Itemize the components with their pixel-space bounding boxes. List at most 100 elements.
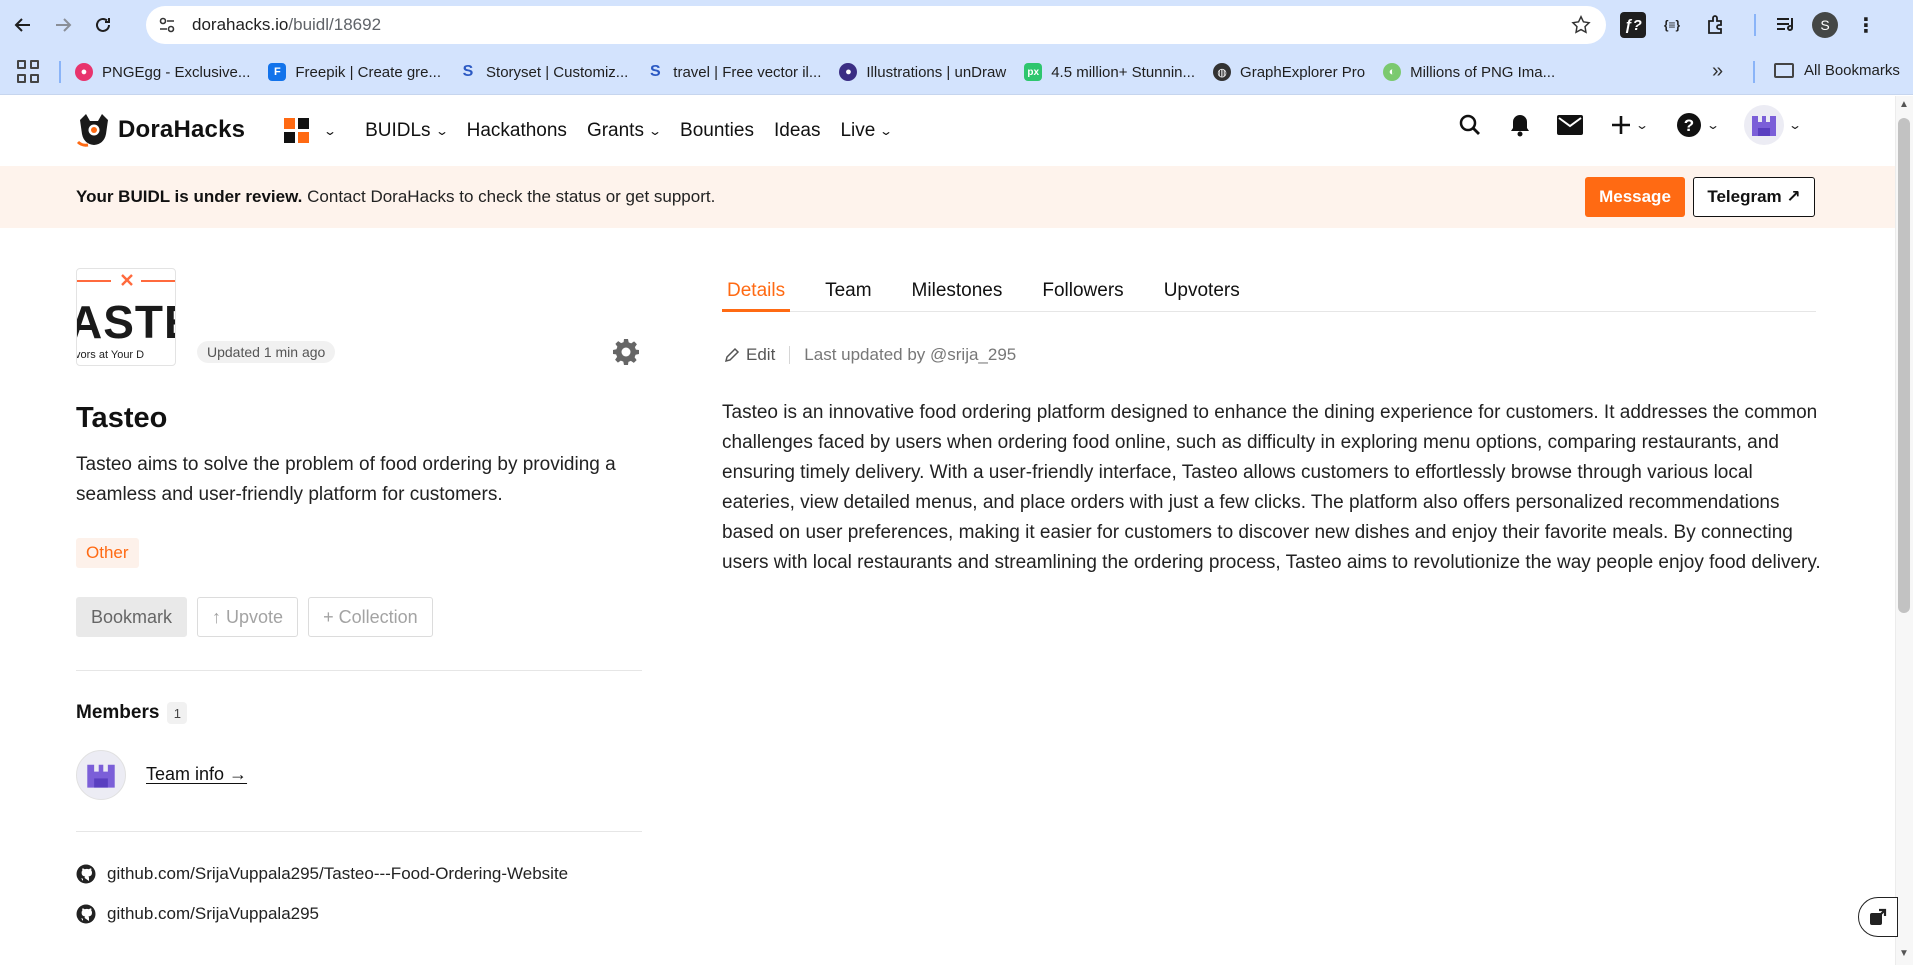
chevron-down-icon: ⌄ [322, 123, 338, 138]
bookmark-button[interactable]: Bookmark [76, 597, 188, 637]
extension-json-icon[interactable]: {≡} [1654, 8, 1690, 42]
globe-icon: ◍ [1213, 63, 1232, 81]
profile-avatar[interactable]: S [1812, 12, 1838, 38]
github-link-text: github.com/SrijaVuppala295/Tasteo---Food… [107, 864, 569, 883]
scroll-down-arrow-icon[interactable]: ▼ [1899, 948, 1909, 959]
member-avatar[interactable] [76, 750, 126, 800]
nav-grants[interactable]: Grants ⌄ [587, 120, 662, 142]
scroll-up-arrow-icon[interactable]: ▲ [1899, 99, 1909, 110]
address-bar[interactable]: dorahacks.io/buidl/18692 [146, 6, 1606, 44]
tab-milestones[interactable]: Milestones [907, 272, 1008, 312]
plus-icon [1611, 116, 1630, 134]
github-icon [76, 904, 96, 924]
share-button[interactable] [1858, 897, 1898, 937]
header-actions: ⌄ ? ⌄ ⌄ [1455, 105, 1823, 145]
buidl-summary: Tasteo aims to solve the problem of food… [76, 454, 616, 505]
buidl-logo: ASTE vors at Your D [76, 268, 176, 366]
back-arrow-icon [14, 18, 30, 32]
separator [789, 346, 791, 364]
last-updated-text: Last updated by @srija_295 [804, 345, 1017, 364]
reload-button[interactable] [86, 8, 120, 42]
search-icon[interactable] [1455, 110, 1485, 140]
folder-icon [1774, 63, 1794, 78]
bookmark-item[interactable]: ◍ GraphExplorer Pro [1213, 63, 1365, 81]
reload-icon [96, 17, 110, 32]
bookmarks-bar: ● PNGEgg - Exclusive... F Freepik | Create… [0, 50, 1913, 95]
site-info-icon[interactable] [152, 10, 182, 40]
logo-tagline: vors at Your D [76, 349, 145, 361]
storyset-icon: S [649, 63, 661, 80]
products-menu[interactable]: ⌄ [284, 118, 338, 143]
nav-live[interactable]: Live ⌄ [840, 120, 894, 142]
dorahacks-logo[interactable]: DoraHacks [76, 112, 245, 148]
settings-gear-icon[interactable] [612, 338, 640, 366]
tab-upvoters[interactable]: Upvoters [1159, 272, 1245, 312]
nav-hackathons[interactable]: Hackathons [467, 120, 567, 142]
category-tag[interactable]: Other [76, 538, 139, 568]
bookmark-item[interactable]: S Storyset | Customiz... [459, 63, 629, 81]
share-icon [1870, 908, 1887, 925]
mail-icon[interactable] [1555, 110, 1585, 140]
main-nav: ⌄ BUIDLs ⌄ Hackathons Grants ⌄ Bounties Id… [284, 118, 911, 143]
extensions-area: ƒ? {≡} S ⋮ [1620, 8, 1892, 42]
tab-details[interactable]: Details [722, 272, 791, 312]
nav-bounties[interactable]: Bounties [680, 120, 754, 142]
upvote-button[interactable]: ↑ Upvote [197, 597, 299, 637]
chevron-down-icon: ⌄ [1634, 118, 1650, 132]
undraw-icon: ● [839, 63, 858, 81]
bookmarks-separator [59, 61, 61, 83]
tab-team[interactable]: Team [820, 272, 876, 312]
reading-list-icon[interactable] [1768, 8, 1804, 42]
members-heading: Members 1 [76, 702, 188, 724]
divider [76, 670, 642, 671]
nav-ideas[interactable]: Ideas [774, 120, 820, 142]
bookmark-item[interactable]: ◐ Millions of PNG Ima... [1383, 63, 1555, 81]
github-link[interactable]: github.com/SrijaVuppala295/Tasteo---Food… [76, 864, 568, 884]
extensions-puzzle-icon[interactable] [1698, 8, 1734, 42]
bookmark-item[interactable]: ● Illustrations | unDraw [839, 63, 1006, 81]
notification-bell-icon[interactable] [1505, 110, 1535, 140]
edit-row: Edit Last updated by @srija_295 [724, 345, 1016, 365]
telegram-button[interactable]: Telegram ↗ [1693, 177, 1815, 217]
user-menu[interactable]: ⌄ [1741, 105, 1803, 145]
toolbar-separator [1754, 14, 1756, 36]
bookmark-item[interactable]: ● PNGEgg - Exclusive... [75, 63, 250, 81]
extension-formula-icon[interactable]: ƒ? [1620, 12, 1646, 38]
site-header: DoraHacks ⌄ BUIDLs ⌄ Hackathons Grants ⌄ B… [0, 96, 1895, 166]
edit-button[interactable]: Edit [724, 345, 775, 365]
github-link[interactable]: github.com/SrijaVuppala295 [76, 904, 319, 924]
user-avatar [1743, 105, 1784, 145]
help-icon: ? [1676, 113, 1701, 137]
forward-button[interactable] [46, 8, 80, 42]
create-menu[interactable]: ⌄ [1605, 110, 1653, 140]
help-menu[interactable]: ? ⌄ [1673, 110, 1721, 140]
team-info-link[interactable]: Team info → [146, 764, 247, 785]
divider [76, 831, 642, 832]
svg-text:?: ? [1684, 116, 1694, 135]
review-banner: Your BUIDL is under review. Contact Dora… [0, 166, 1895, 228]
banner-text: Your BUIDL is under review. Contact Dora… [76, 187, 716, 206]
dorahacks-cat-icon [76, 114, 108, 147]
grid-menu-icon [284, 118, 309, 143]
browser-menu-icon[interactable]: ⋮ [1848, 8, 1884, 42]
bookmark-item[interactable]: px 4.5 million+ Stunnin... [1024, 63, 1195, 81]
github-icon [76, 864, 96, 884]
back-button[interactable] [6, 8, 40, 42]
browser-toolbar: dorahacks.io/buidl/18692 ƒ? {≡} S ⋮ [0, 0, 1913, 50]
chevron-down-icon: ⌄ [879, 123, 894, 138]
scrollbar-thumb[interactable] [1898, 118, 1910, 613]
nav-buidls[interactable]: BUIDLs ⌄ [365, 120, 449, 142]
bookmark-star-icon[interactable] [1570, 14, 1592, 36]
tab-followers[interactable]: Followers [1037, 272, 1128, 312]
buidl-title: Tasteo [76, 402, 168, 434]
pngegg-icon: ● [75, 63, 93, 81]
bookmark-item[interactable]: F Freepik | Create gre... [268, 63, 441, 81]
bookmark-item[interactable]: Stravel | Free vector il... [646, 63, 821, 81]
all-bookmarks-button[interactable]: All Bookmarks [1774, 62, 1900, 79]
add-collection-button[interactable]: + Collection [308, 597, 433, 637]
chevron-down-icon: ⌄ [434, 123, 449, 138]
more-bookmarks-button[interactable]: » [1712, 60, 1723, 83]
message-button[interactable]: Message [1585, 177, 1685, 217]
apps-grid-icon[interactable] [17, 60, 41, 84]
buidl-tabs: Details Team Milestones Followers Upvote… [722, 272, 1816, 312]
